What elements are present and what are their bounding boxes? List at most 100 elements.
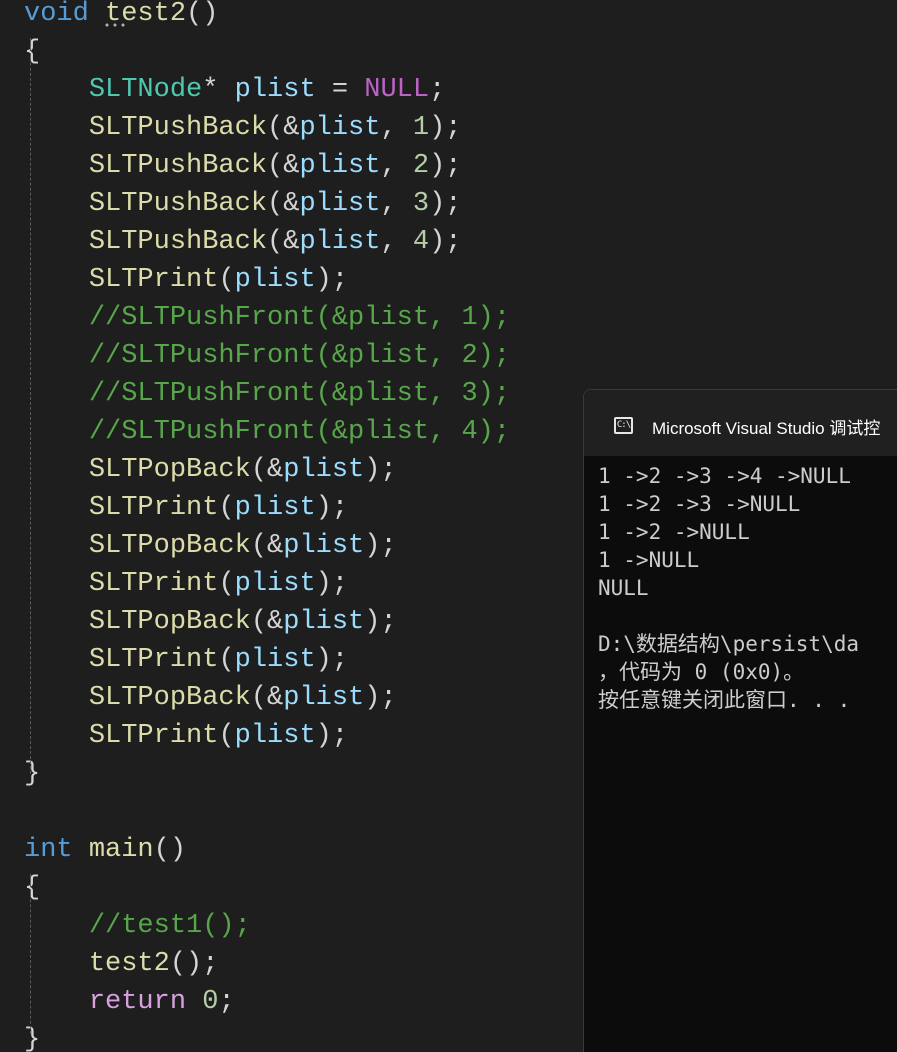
code-token: ; <box>218 987 235 1017</box>
code-token: SLTPushBack <box>88 151 268 181</box>
code-token: ); <box>364 531 397 561</box>
code-line[interactable]: { <box>24 869 40 907</box>
quick-action-dots-indicator[interactable] <box>103 23 127 27</box>
console-output-line: 1 ->2 ->3 ->4 ->NULL <box>598 464 851 488</box>
code-token: (& <box>267 189 300 219</box>
code-line[interactable]: //test1(); <box>24 907 251 945</box>
code-token: SLTPushBack <box>88 227 268 257</box>
code-token: SLTPrint <box>88 645 219 675</box>
console-output-line: 1 ->NULL <box>598 548 700 572</box>
code-line[interactable]: return 0; <box>24 983 235 1021</box>
code-token: SLTPrint <box>88 569 219 599</box>
code-line[interactable]: SLTPrint(plist); <box>24 717 348 755</box>
code-token: ( <box>218 569 235 599</box>
code-line[interactable]: SLTPrint(plist); <box>24 489 348 527</box>
code-line[interactable]: SLTPopBack(&plist); <box>24 603 397 641</box>
code-token: } <box>24 759 41 789</box>
code-line[interactable]: SLTPopBack(&plist); <box>24 451 397 489</box>
code-line[interactable]: SLTPrint(plist); <box>24 641 348 679</box>
console-app-icon: C:\ <box>614 417 633 434</box>
code-token: NULL <box>364 75 430 105</box>
code-line[interactable]: SLTPopBack(&plist); <box>24 527 397 565</box>
console-output[interactable]: 1 ->2 ->3 ->4 ->NULL 1 ->2 ->3 ->NULL 1 ->… <box>598 462 897 714</box>
code-token: plist <box>299 227 381 257</box>
code-token: (& <box>250 607 284 637</box>
code-token: plist <box>234 493 316 523</box>
code-token: SLTPushBack <box>88 189 268 219</box>
debug-console-window[interactable]: C:\ Microsoft Visual Studio 调试控 1 ->2 ->… <box>583 389 897 1052</box>
code-token: plist <box>234 75 316 105</box>
code-line[interactable]: //SLTPushFront(&plist, 1); <box>24 299 510 337</box>
code-token: void <box>24 0 89 29</box>
code-line[interactable]: test2(); <box>24 945 219 983</box>
code-token: SLTPrint <box>88 721 219 751</box>
code-token: SLTNode <box>88 75 203 105</box>
code-token: SLTPopBack <box>88 683 251 713</box>
code-line[interactable]: SLTPopBack(&plist); <box>24 679 397 717</box>
code-line[interactable]: SLTPushBack(&plist, 2); <box>24 147 462 185</box>
console-titlebar[interactable]: C:\ Microsoft Visual Studio 调试控 <box>584 390 897 456</box>
code-line[interactable]: SLTPrint(plist); <box>24 261 348 299</box>
code-line[interactable]: void test2() <box>24 0 218 33</box>
code-token: plist <box>234 569 316 599</box>
code-line[interactable]: //SLTPushFront(&plist, 2); <box>24 337 510 375</box>
code-line[interactable]: } <box>24 755 40 793</box>
code-line[interactable]: //SLTPushFront(&plist, 3); <box>24 375 510 413</box>
code-token: = <box>315 75 365 105</box>
code-token: (); <box>169 949 219 979</box>
code-token: 0 <box>202 987 219 1017</box>
code-token: 3 <box>412 189 430 219</box>
code-line[interactable]: } <box>24 1021 40 1052</box>
code-token: ); <box>315 265 349 295</box>
code-line[interactable]: SLTPushBack(&plist, 1); <box>24 109 462 147</box>
code-token: ); <box>429 151 462 181</box>
code-token: (& <box>250 531 284 561</box>
code-line[interactable]: { <box>24 33 40 71</box>
code-token: ); <box>364 455 397 485</box>
code-token: plist <box>234 645 316 675</box>
code-token: ( <box>218 721 235 751</box>
code-token: SLTPopBack <box>88 607 251 637</box>
code-token: ( <box>218 493 235 523</box>
code-token: int <box>24 835 73 865</box>
code-token: SLTPrint <box>88 265 219 295</box>
code-token: ); <box>429 113 462 143</box>
code-token: main <box>88 835 154 865</box>
code-token: //SLTPushFront(&plist, 4); <box>88 417 511 447</box>
code-line[interactable]: SLTNode* plist = NULL; <box>24 71 445 109</box>
code-token: { <box>24 37 41 67</box>
code-line[interactable]: //SLTPushFront(&plist, 4); <box>24 413 510 451</box>
code-line[interactable]: SLTPushBack(&plist, 4); <box>24 223 462 261</box>
code-token: plist <box>234 721 316 751</box>
console-output-line: D:\数据结构\persist\da <box>598 632 860 656</box>
code-token: 1 <box>412 113 430 143</box>
code-token: SLTPrint <box>88 493 219 523</box>
code-token: (& <box>267 151 300 181</box>
console-output-line: ，代码为 0 (0x0)。 <box>598 660 805 684</box>
code-line[interactable]: int main() <box>24 831 186 869</box>
code-token: , <box>380 227 413 257</box>
code-line[interactable]: SLTPushBack(&plist, 3); <box>24 185 462 223</box>
code-token: 2 <box>412 151 430 181</box>
code-token: SLTPopBack <box>88 531 251 561</box>
code-line[interactable]: SLTPrint(plist); <box>24 565 348 603</box>
code-token: ); <box>364 607 397 637</box>
code-token: () <box>153 835 187 865</box>
code-token: plist <box>299 189 381 219</box>
console-window-title: Microsoft Visual Studio 调试控 <box>652 419 881 438</box>
